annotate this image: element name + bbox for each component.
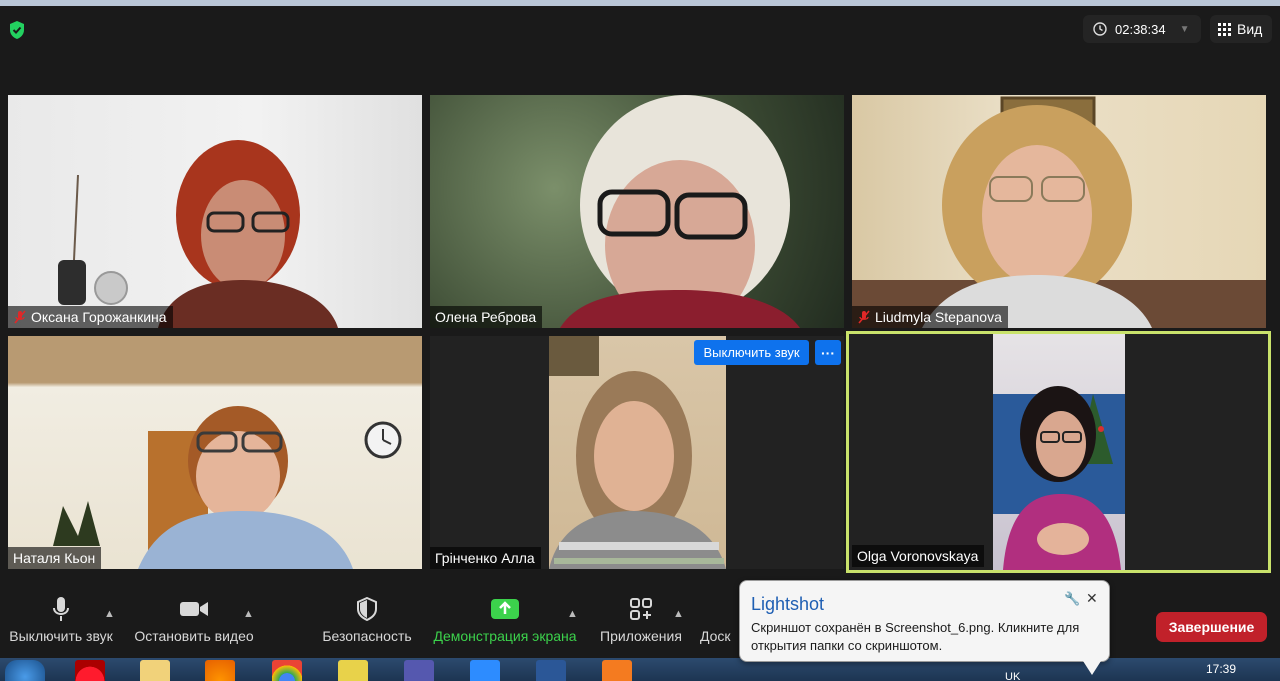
video-tile-participant-5[interactable]: Грінченко Алла [430, 336, 844, 569]
lightshot-notification[interactable]: Lightshot 🔧 ✕ Скриншот сохранён в Screen… [739, 580, 1110, 662]
video-tile-participant-6[interactable]: Olga Voronovskaya [849, 334, 1268, 570]
participant-name: Olga Voronovskaya [857, 548, 979, 564]
participant-video [993, 334, 1125, 570]
wrench-icon[interactable]: 🔧 [1064, 591, 1080, 607]
security-button[interactable]: Безопасность [320, 590, 414, 656]
share-screen-icon [490, 590, 520, 628]
view-label: Вид [1237, 21, 1263, 37]
zoom-meeting-window: 02:38:34 ▼ Вид Оксана Горожанкина Олена … [0, 0, 1280, 681]
language-indicator[interactable]: UK [1005, 671, 1020, 681]
apps-options-chevron-up-icon[interactable]: ▲ [673, 608, 684, 620]
whiteboard-icon [700, 590, 740, 628]
apps-icon [629, 590, 653, 628]
apps-label: Приложения [600, 628, 682, 644]
end-meeting-button[interactable]: Завершение [1156, 612, 1267, 642]
share-screen-button[interactable]: Демонстрация экрана [430, 590, 580, 656]
app-icon[interactable] [338, 660, 368, 681]
video-tile-participant-2[interactable]: Олена Реброва [430, 95, 844, 328]
start-button-icon[interactable] [5, 660, 45, 681]
video-camera-icon [179, 590, 209, 628]
participant-video [8, 95, 422, 328]
share-options-chevron-up-icon[interactable]: ▲ [567, 608, 578, 620]
app-orange-icon[interactable] [602, 660, 632, 681]
notification-tail [1083, 661, 1101, 675]
chrome-icon[interactable] [272, 660, 302, 681]
participant-name: Грінченко Алла [435, 550, 535, 566]
muted-mic-icon [858, 310, 870, 324]
clock-icon [1093, 22, 1107, 36]
share-screen-label: Демонстрация экрана [433, 628, 577, 644]
window-top-edge [0, 0, 1280, 6]
participant-name-tag: Olga Voronovskaya [852, 545, 985, 567]
chevron-down-icon: ▼ [1179, 23, 1190, 35]
participant-video [8, 336, 422, 569]
participant-name: Наталя Кьон [13, 550, 96, 566]
meeting-timer[interactable]: 02:38:34 ▼ [1083, 15, 1201, 43]
grid-icon [1218, 22, 1231, 36]
apps-button[interactable]: Приложения [596, 590, 686, 656]
participant-name: Оксана Горожанкина [31, 309, 167, 325]
video-tile-participant-1[interactable]: Оксана Горожанкина [8, 95, 422, 328]
mute-label: Выключить звук [9, 628, 113, 644]
participant-name: Олена Реброва [435, 309, 537, 325]
zoom-icon[interactable] [470, 660, 500, 681]
teams-icon[interactable] [404, 660, 434, 681]
file-explorer-icon[interactable] [140, 660, 170, 681]
security-label: Безопасность [322, 628, 412, 644]
system-clock[interactable]: 17:39 [1206, 662, 1236, 676]
stop-video-label: Остановить видео [134, 628, 254, 644]
timer-value: 02:38:34 [1115, 21, 1166, 37]
security-shield-icon [356, 590, 378, 628]
stop-video-button[interactable]: Остановить видео [133, 590, 255, 656]
notification-message: Скриншот сохранён в Screenshot_6.png. Кл… [751, 620, 1080, 653]
participant-name-tag: Грінченко Алла [430, 547, 541, 569]
video-options-chevron-up-icon[interactable]: ▲ [243, 608, 254, 620]
whiteboard-button[interactable]: Доск [700, 590, 740, 656]
mute-options-chevron-up-icon[interactable]: ▲ [104, 608, 115, 620]
whiteboard-label: Доск [700, 628, 731, 644]
opera-icon[interactable] [75, 660, 105, 681]
word-icon[interactable] [536, 660, 566, 681]
unmute-participant-button[interactable]: Выключить звук [694, 340, 809, 365]
participant-video [549, 336, 726, 569]
encryption-shield-icon[interactable] [8, 20, 26, 40]
participant-name-tag: Liudmyla Stepanova [852, 306, 1008, 328]
participant-name-tag: Олена Реброва [430, 306, 543, 328]
more-options-button[interactable]: ··· [815, 340, 841, 365]
video-tile-participant-3[interactable]: Liudmyla Stepanova [852, 95, 1266, 328]
participant-video [852, 95, 1266, 328]
close-icon[interactable]: ✕ [1086, 590, 1098, 607]
view-button[interactable]: Вид [1210, 15, 1272, 43]
participant-name: Liudmyla Stepanova [875, 309, 1002, 325]
video-tile-participant-4[interactable]: Наталя Кьон [8, 336, 422, 569]
firefox-icon[interactable] [205, 660, 235, 681]
participant-name-tag: Наталя Кьон [8, 547, 102, 569]
microphone-icon [51, 590, 71, 628]
participant-name-tag: Оксана Горожанкина [8, 306, 173, 328]
mute-button[interactable]: Выключить звук [5, 590, 117, 656]
notification-title: Lightshot [751, 594, 825, 614]
muted-mic-icon [14, 310, 26, 324]
participant-video [430, 95, 844, 328]
